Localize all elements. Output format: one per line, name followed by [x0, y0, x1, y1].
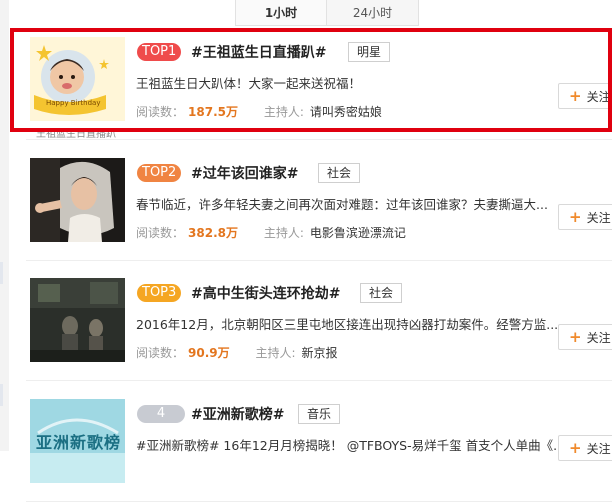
time-range-tabs: 1小时 24小时 [235, 0, 419, 26]
reads-count: 187.5万 [188, 105, 238, 119]
reads-label: 阅读数： [136, 346, 185, 360]
tab-24-hours[interactable]: 24小时 [327, 0, 419, 26]
follow-label: 关注 [586, 89, 611, 104]
topic-description: 2016年12月，北京朝阳区三里屯地区接连出现持凶器打劫案件。经警方监... [136, 317, 559, 332]
topic-row[interactable]: TOP3 #高中生街头连环抢劫# 社会 2016年12月，北京朝阳区三里屯地区接… [26, 272, 612, 381]
follow-button[interactable]: + 关注 [558, 204, 612, 230]
topic-meta: 阅读数： 187.5万 主持人: 请叫秀密姑娘 [136, 103, 382, 120]
host-name[interactable]: 新京报 [302, 346, 338, 360]
host-label: 主持人: [263, 105, 304, 119]
topic-thumbnail[interactable] [30, 278, 125, 362]
topic-meta: 阅读数： 90.9万 主持人: 新京报 [136, 344, 338, 361]
follow-button[interactable]: + 关注 [558, 435, 612, 461]
topic-title[interactable]: #高中生街头连环抢劫# [191, 283, 340, 303]
category-tag[interactable]: 音乐 [298, 404, 341, 424]
topic-row[interactable]: Happy Birthday 王祖蓝生日直播趴 TOP1 #王祖蓝生日直播趴# … [26, 31, 612, 140]
thumbnail-label: 王祖蓝生日直播趴 [36, 129, 116, 140]
reads-count: 90.9万 [188, 346, 230, 360]
category-tag[interactable]: 社会 [318, 163, 361, 183]
plus-icon: + [569, 208, 582, 226]
host-name[interactable]: 电影鲁滨逊漂流记 [310, 226, 406, 240]
reads-count: 382.8万 [188, 226, 238, 240]
topic-row[interactable]: 亚洲新歌榜 4 #亚洲新歌榜# 音乐 #亚洲新歌榜# 16年12月月榜揭晓！ @… [26, 393, 612, 502]
reads-label: 阅读数： [136, 226, 185, 240]
tab-1-hour[interactable]: 1小时 [235, 0, 327, 26]
plus-icon: + [569, 439, 582, 457]
edge-notch [0, 262, 3, 284]
topic-description: 王祖蓝生日大趴体！大家一起来送祝福！ [136, 76, 362, 91]
topic-title[interactable]: #过年该回谁家# [191, 163, 298, 183]
rank-badge: TOP1 [137, 43, 182, 61]
topic-title[interactable]: #亚洲新歌榜# [191, 404, 284, 424]
host-name[interactable]: 请叫秀密姑娘 [310, 105, 382, 119]
rank-badge: TOP2 [137, 164, 182, 182]
topic-row[interactable]: TOP2 #过年该回谁家# 社会 春节临近，许多年轻夫妻之间再次面对难题：过年该… [26, 152, 612, 261]
host-label: 主持人: [255, 346, 296, 360]
topic-thumbnail[interactable]: Happy Birthday [30, 37, 125, 121]
topic-thumbnail[interactable]: 亚洲新歌榜 [30, 399, 125, 483]
plus-icon: + [569, 87, 582, 105]
topic-title[interactable]: #王祖蓝生日直播趴# [191, 42, 326, 62]
thumbnail-caption: Happy Birthday [46, 99, 101, 107]
reads-label: 阅读数： [136, 105, 185, 119]
follow-button[interactable]: + 关注 [558, 83, 612, 109]
follow-button[interactable]: + 关注 [558, 324, 612, 350]
topic-thumbnail[interactable] [30, 158, 125, 242]
thumbnail-caption: 亚洲新歌榜 [36, 433, 122, 452]
rank-badge: TOP3 [137, 284, 182, 302]
plus-icon: + [569, 328, 582, 346]
edge-notch [0, 384, 3, 406]
follow-label: 关注 [586, 330, 611, 345]
topic-meta: 阅读数： 382.8万 主持人: 电影鲁滨逊漂流记 [136, 224, 406, 241]
follow-label: 关注 [586, 210, 611, 225]
host-label: 主持人: [263, 226, 304, 240]
category-tag[interactable]: 社会 [360, 283, 403, 303]
topic-description: 春节临近，许多年轻夫妻之间再次面对难题：过年该回谁家？夫妻撕逼大... [136, 197, 548, 212]
left-edge-strip [0, 0, 9, 451]
rank-badge: 4 [137, 405, 185, 423]
topic-description: #亚洲新歌榜# 16年12月月榜揭晓！ @TFBOYS-易烊千玺 首支个人单曲《… [136, 438, 566, 453]
category-tag[interactable]: 明星 [348, 42, 391, 62]
follow-label: 关注 [586, 441, 611, 456]
